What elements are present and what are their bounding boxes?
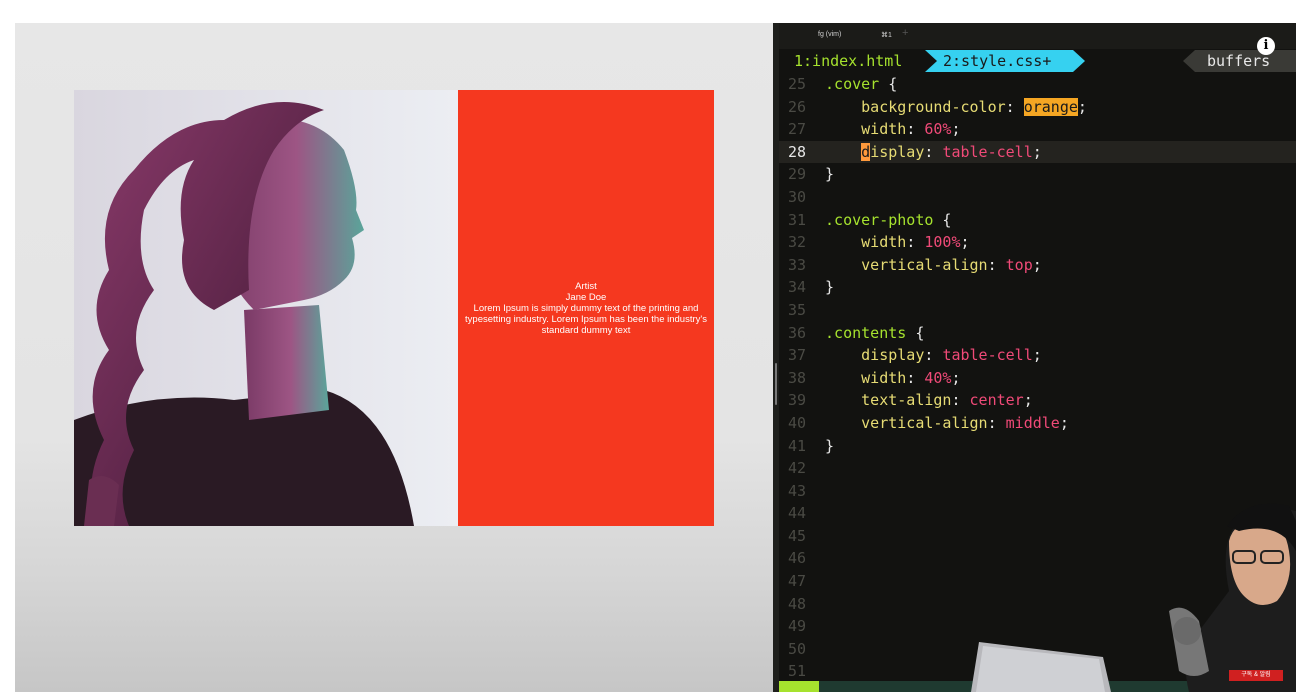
vim-mode-indicator bbox=[779, 681, 819, 692]
line-text bbox=[816, 188, 825, 206]
code-line[interactable]: 41 } bbox=[779, 435, 1296, 458]
line-text: vertical-align: middle; bbox=[861, 413, 1069, 432]
contents: Artist Jane Doe Lorem Ipsum is simply du… bbox=[458, 90, 714, 526]
code-line[interactable]: 25 .cover { bbox=[779, 73, 1296, 96]
code-line[interactable]: 32 width: 100%; bbox=[779, 231, 1296, 254]
line-text: .cover { bbox=[825, 75, 898, 93]
line-number: 43 bbox=[787, 481, 806, 500]
line-number: 47 bbox=[787, 572, 806, 591]
line-text: .contents { bbox=[825, 323, 925, 342]
line-number: 29 bbox=[787, 165, 806, 184]
subscribe-badge: 구독 & 알림 bbox=[1229, 670, 1283, 681]
cover: Artist Jane Doe Lorem Ipsum is simply du… bbox=[74, 90, 714, 526]
line-number: 48 bbox=[787, 594, 806, 613]
line-number: 35 bbox=[787, 300, 806, 319]
line-number: 50 bbox=[787, 639, 806, 658]
code-line[interactable]: 34 } bbox=[779, 276, 1296, 299]
vim-tab-index-html[interactable]: 1:index.html bbox=[794, 52, 902, 70]
line-number: 33 bbox=[787, 255, 806, 274]
line-number: 28 bbox=[787, 142, 806, 161]
line-text bbox=[816, 527, 825, 545]
code-line[interactable]: 27 width: 60%; bbox=[779, 118, 1296, 141]
terminal-tab-title[interactable]: fg (vim) bbox=[818, 31, 841, 38]
code-line[interactable]: 29 } bbox=[779, 163, 1296, 186]
line-number: 51 bbox=[787, 662, 806, 681]
line-text bbox=[816, 662, 825, 680]
portrait-image bbox=[74, 90, 458, 526]
line-text bbox=[816, 595, 825, 613]
line-number: 27 bbox=[787, 120, 806, 139]
divider-grip[interactable] bbox=[775, 363, 777, 405]
line-text bbox=[816, 549, 825, 567]
line-number: 32 bbox=[787, 233, 806, 252]
code-line[interactable]: 38 width: 40%; bbox=[779, 367, 1296, 390]
line-number: 40 bbox=[787, 413, 806, 432]
laptop-image bbox=[971, 642, 1111, 692]
contents-artist-name: Jane Doe bbox=[565, 291, 607, 303]
code-line[interactable]: 35 bbox=[779, 299, 1296, 322]
code-line[interactable]: 42 bbox=[779, 457, 1296, 480]
line-number: 34 bbox=[787, 278, 806, 297]
line-text bbox=[816, 482, 825, 500]
line-text bbox=[816, 504, 825, 522]
line-text: display: table-cell; bbox=[861, 346, 1042, 365]
contents-description: Lorem Ipsum is simply dummy text of the … bbox=[465, 302, 707, 336]
line-text bbox=[816, 459, 825, 477]
line-text bbox=[816, 572, 825, 590]
vim-tab-style-css[interactable]: 2:style.css+ bbox=[937, 50, 1073, 72]
line-text: } bbox=[825, 436, 835, 455]
line-number: 25 bbox=[787, 75, 806, 93]
line-number: 46 bbox=[787, 549, 806, 568]
cover-photo bbox=[74, 90, 458, 526]
presenter-webcam-image bbox=[1169, 503, 1296, 692]
line-text: .cover-photo { bbox=[825, 210, 952, 229]
line-text bbox=[816, 301, 825, 319]
line-number: 41 bbox=[787, 436, 806, 455]
browser-preview: Artist Jane Doe Lorem Ipsum is simply du… bbox=[15, 23, 773, 692]
line-number: 42 bbox=[787, 459, 806, 478]
code-line[interactable]: 26 background-color: orange; bbox=[779, 96, 1296, 119]
vim-tabline: 1:index.html 2:style.css+ buffers bbox=[779, 50, 1296, 72]
line-text: background-color: orange; bbox=[861, 97, 1087, 116]
line-number: 36 bbox=[787, 323, 806, 342]
code-line[interactable]: 31 .cover-photo { bbox=[779, 209, 1296, 232]
line-text: width: 60%; bbox=[861, 120, 961, 139]
code-line[interactable]: 39 text-align: center; bbox=[779, 389, 1296, 412]
tab-separator bbox=[1073, 50, 1085, 72]
line-number: 44 bbox=[787, 504, 806, 523]
vim-buffers-label: buffers bbox=[1195, 50, 1296, 72]
terminal-tab-shortcut: ⌘1 bbox=[881, 32, 892, 39]
line-text: width: 40%; bbox=[861, 368, 961, 387]
line-number: 45 bbox=[787, 526, 806, 545]
line-text: } bbox=[825, 165, 835, 184]
line-number: 31 bbox=[787, 210, 806, 229]
line-text: } bbox=[825, 278, 835, 297]
line-text bbox=[816, 617, 825, 635]
code-line[interactable]: 28 display: table-cell; bbox=[779, 140, 1296, 164]
line-number: 38 bbox=[787, 368, 806, 387]
code-line[interactable]: 33 vertical-align: top; bbox=[779, 254, 1296, 277]
line-number: 49 bbox=[787, 617, 806, 636]
line-text: display: table-cell; bbox=[861, 142, 1042, 161]
line-number: 26 bbox=[787, 97, 806, 116]
contents-artist-label: Artist bbox=[575, 280, 597, 292]
terminal-titlebar: fg (vim) ⌘1 + i bbox=[779, 23, 1296, 55]
line-number: 39 bbox=[787, 391, 806, 410]
new-tab-button[interactable]: + bbox=[902, 27, 908, 39]
tab-separator bbox=[925, 50, 937, 72]
code-line[interactable]: 30 bbox=[779, 186, 1296, 209]
line-text: vertical-align: top; bbox=[861, 255, 1042, 274]
code-line[interactable]: 37 display: table-cell; bbox=[779, 344, 1296, 367]
line-number: 30 bbox=[787, 187, 806, 206]
line-text bbox=[816, 640, 825, 658]
tab-separator bbox=[1183, 50, 1195, 72]
line-text: width: 100%; bbox=[861, 233, 970, 252]
line-text: text-align: center; bbox=[861, 391, 1033, 410]
terminal-window: fg (vim) ⌘1 + i 1:index.html 2:style.css… bbox=[779, 23, 1296, 692]
code-line[interactable]: 36 .contents { bbox=[779, 322, 1296, 345]
code-line[interactable]: 40 vertical-align: middle; bbox=[779, 412, 1296, 435]
info-icon[interactable]: i bbox=[1257, 37, 1275, 55]
line-number: 37 bbox=[787, 346, 806, 365]
